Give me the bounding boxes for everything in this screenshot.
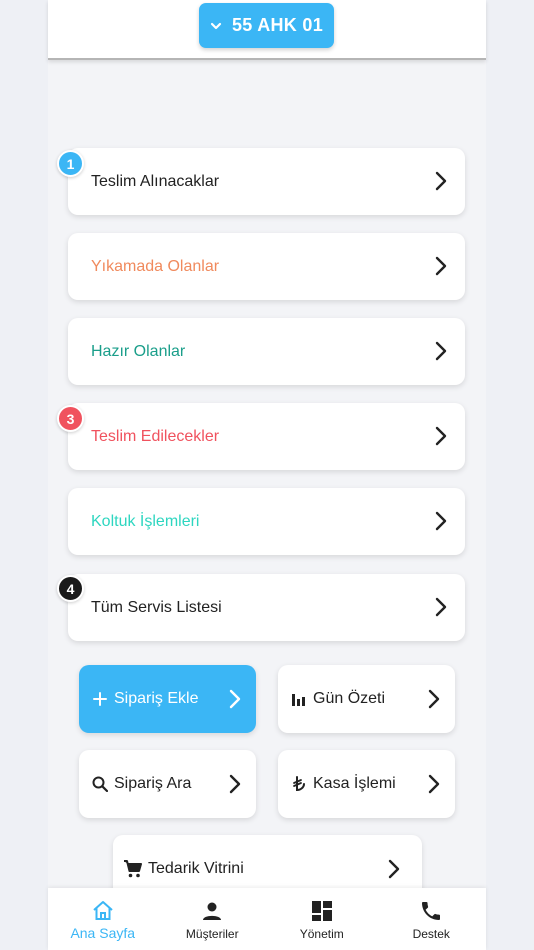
card-tum-servis-listesi[interactable]: Tüm Servis Listesi bbox=[68, 574, 465, 641]
card-label: Teslim Edilecekler bbox=[91, 427, 220, 445]
card-teslim-edilecekler[interactable]: Teslim Edilecekler bbox=[68, 403, 465, 470]
person-icon bbox=[203, 902, 222, 920]
search-icon bbox=[91, 776, 108, 793]
bottom-navigation: Ana Sayfa Müşteriler Yönetim Destek bbox=[48, 888, 486, 950]
add-order-label: Sipariş Ekle bbox=[114, 690, 199, 707]
cart-icon bbox=[124, 860, 142, 878]
phone-icon bbox=[422, 902, 441, 920]
chevron-right-icon bbox=[428, 689, 440, 709]
card-label: Hazır Olanlar bbox=[91, 342, 186, 360]
count-badge: 4 bbox=[57, 575, 84, 602]
chevron-right-icon bbox=[229, 774, 241, 794]
chevron-down-icon bbox=[210, 22, 222, 29]
app-screen: 55 AHK 01 Teslim Alınacaklar 1 Yıkamada … bbox=[48, 0, 486, 950]
chevron-right-icon bbox=[435, 171, 447, 191]
chevron-right-icon bbox=[435, 426, 447, 446]
supply-store-label: Tedarik Vitrini bbox=[148, 860, 244, 877]
day-summary-label: Gün Özeti bbox=[313, 690, 386, 707]
nav-home[interactable]: Ana Sayfa bbox=[48, 888, 158, 950]
plus-icon bbox=[91, 691, 108, 708]
count-badge: 1 bbox=[57, 150, 84, 177]
chevron-right-icon bbox=[388, 859, 400, 879]
search-order-button[interactable]: Sipariş Ara bbox=[79, 750, 256, 818]
cash-operation-button[interactable]: Kasa İşlemi bbox=[278, 750, 455, 818]
add-order-button[interactable]: Sipariş Ekle bbox=[79, 665, 256, 733]
card-label: Koltuk İşlemleri bbox=[91, 512, 200, 530]
chevron-right-icon bbox=[435, 341, 447, 361]
nav-label: Destek bbox=[412, 927, 450, 941]
card-label: Yıkamada Olanlar bbox=[91, 257, 220, 275]
chevron-right-icon bbox=[435, 256, 447, 276]
search-order-label: Sipariş Ara bbox=[114, 775, 192, 792]
card-hazir-olanlar[interactable]: Hazır Olanlar bbox=[68, 318, 465, 385]
nav-label: Müşteriler bbox=[185, 927, 239, 941]
nav-label: Ana Sayfa bbox=[70, 925, 136, 941]
nav-label: Yönetim bbox=[299, 927, 344, 941]
card-label: Teslim Alınacaklar bbox=[91, 172, 220, 190]
card-yikamada-olanlar[interactable]: Yıkamada Olanlar bbox=[68, 233, 465, 300]
count-badge: 3 bbox=[57, 405, 84, 432]
nav-customers[interactable]: Müşteriler bbox=[158, 888, 268, 950]
card-teslim-alinacaklar[interactable]: Teslim Alınacaklar bbox=[68, 148, 465, 215]
home-icon bbox=[93, 901, 113, 920]
nav-management[interactable]: Yönetim bbox=[267, 888, 377, 950]
cash-operation-label: Kasa İşlemi bbox=[313, 775, 396, 792]
plate-label: 55 AHK 01 bbox=[231, 15, 324, 35]
chevron-right-icon bbox=[435, 597, 447, 617]
day-summary-button[interactable]: Gün Özeti bbox=[278, 665, 455, 733]
chevron-right-icon bbox=[435, 511, 447, 531]
chevron-right-icon bbox=[428, 774, 440, 794]
card-label: Tüm Servis Listesi bbox=[91, 598, 222, 616]
lira-icon bbox=[290, 776, 307, 793]
top-bar: 55 AHK 01 bbox=[48, 0, 486, 60]
nav-support[interactable]: Destek bbox=[377, 888, 487, 950]
dashboard-icon bbox=[311, 901, 332, 921]
chevron-right-icon bbox=[229, 689, 241, 709]
card-koltuk-islemleri[interactable]: Koltuk İşlemleri bbox=[68, 488, 465, 555]
plate-selector-button[interactable]: 55 AHK 01 bbox=[199, 3, 334, 48]
bar-chart-icon bbox=[290, 691, 307, 708]
